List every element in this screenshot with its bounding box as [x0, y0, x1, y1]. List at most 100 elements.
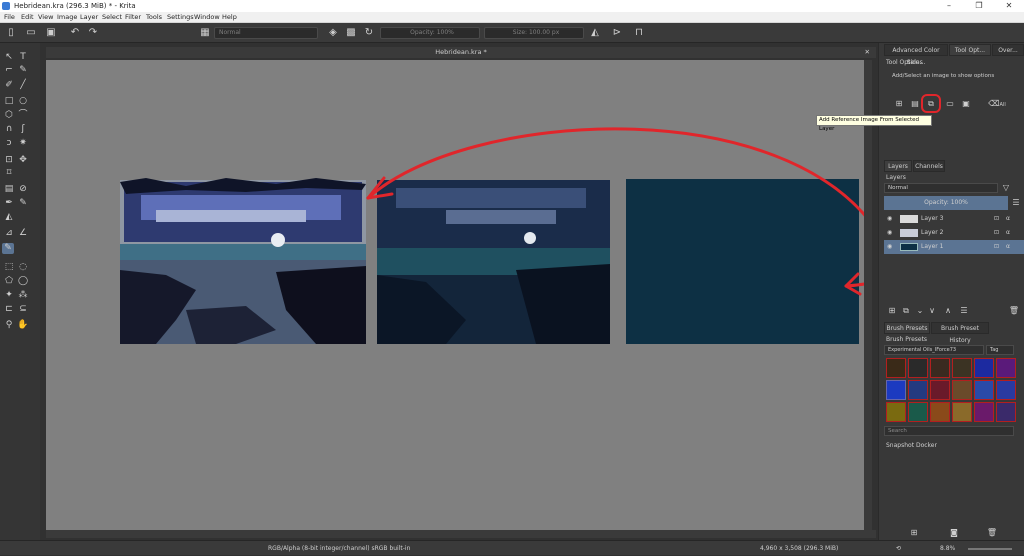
brush-preset-tile[interactable]: [952, 402, 972, 422]
menu-window[interactable]: Window: [194, 12, 220, 23]
lock-icon[interactable]: ⊡: [994, 212, 999, 226]
brush-preset-tile[interactable]: [886, 358, 906, 378]
add-layer-icon[interactable]: ⊞: [886, 305, 898, 316]
tab-advanced-color-selector[interactable]: Advanced Color Sele...: [884, 44, 948, 66]
zoom-tool-icon[interactable]: ⚲: [3, 320, 15, 331]
brush-preset-tile[interactable]: [908, 358, 928, 378]
menu-tools[interactable]: Tools: [146, 12, 162, 23]
lock-icon[interactable]: ⊡: [994, 240, 999, 254]
menu-select[interactable]: Select: [102, 12, 122, 23]
eraser-mode-icon[interactable]: ◈: [326, 26, 340, 40]
blend-mode-select[interactable]: Normal: [214, 27, 318, 39]
close-document-icon[interactable]: ✕: [865, 47, 870, 58]
rectangle-tool-icon[interactable]: □: [3, 96, 15, 107]
edit-shape-icon[interactable]: ⌐: [3, 65, 15, 76]
tab-brush-presets[interactable]: Brush Presets: [884, 322, 930, 334]
close-window-button[interactable]: ✕: [994, 0, 1024, 12]
new-document-icon[interactable]: ▯: [4, 26, 18, 40]
tab-overview[interactable]: Over...: [992, 44, 1024, 56]
layer-row-selected[interactable]: ◉ Layer 1 ⊡ α: [884, 240, 1024, 254]
layer-name[interactable]: Layer 1: [921, 240, 943, 254]
tab-brush-preset-history[interactable]: Brush Preset History: [931, 322, 989, 344]
polygon-tool-icon[interactable]: ⬡: [3, 110, 15, 121]
polyline-tool-icon[interactable]: ⌒: [17, 110, 29, 121]
menu-layer[interactable]: Layer: [80, 12, 98, 23]
layer-row[interactable]: ◉ Layer 3 ⊡ α: [884, 212, 1024, 226]
layer-menu-chevron-down-icon[interactable]: ⌄: [914, 305, 926, 316]
ellipse-tool-icon[interactable]: ○: [17, 96, 29, 107]
reference-images-tool-icon[interactable]: ✎: [2, 243, 14, 254]
add-snapshot-icon[interactable]: ⊞: [908, 527, 920, 538]
brush-preset-tile[interactable]: [908, 380, 928, 400]
brush-preset-tile[interactable]: [996, 358, 1016, 378]
freehand-select-icon[interactable]: ◯: [17, 276, 29, 287]
minimize-button[interactable]: –: [934, 0, 964, 12]
text-tool-icon[interactable]: T: [17, 52, 29, 63]
document-tab[interactable]: Hebridean.kra * ✕: [46, 47, 876, 58]
bezier-tool-icon[interactable]: ∩: [3, 124, 15, 135]
alpha-lock-icon[interactable]: α: [1006, 212, 1010, 226]
save-icon[interactable]: ▣: [44, 26, 58, 40]
brush-tag-button[interactable]: Tag: [986, 345, 1014, 355]
opacity-slider[interactable]: Opacity: 100%: [380, 27, 480, 39]
wrap-around-icon[interactable]: ⊓: [632, 26, 646, 40]
add-reference-image-icon[interactable]: ⊞: [893, 98, 905, 109]
move-tool-icon[interactable]: ✥: [17, 155, 29, 166]
delete-layer-icon[interactable]: 🗑: [1008, 305, 1020, 316]
freehand-brush-icon[interactable]: ✐: [3, 80, 15, 91]
horizontal-scrollbar[interactable]: [46, 530, 876, 538]
brush-preset-tile[interactable]: [974, 402, 994, 422]
assistant-tool-icon[interactable]: ⊿: [3, 228, 15, 239]
layer-properties-icon[interactable]: ☰: [1010, 197, 1022, 208]
preserve-alpha-icon[interactable]: ▩: [344, 26, 358, 40]
similar-select-icon[interactable]: ⁂: [17, 290, 29, 301]
measure-tool-icon[interactable]: ∠: [17, 228, 29, 239]
gradient-tool-icon[interactable]: ▤: [3, 184, 15, 195]
tab-layers[interactable]: Layers: [884, 160, 912, 172]
layer-filter-icon[interactable]: ▽: [1000, 182, 1012, 193]
size-slider[interactable]: Size: 100.00 px: [484, 27, 584, 39]
rotation-icon[interactable]: ⟲: [896, 541, 901, 556]
smart-patch-icon[interactable]: ✎: [17, 198, 29, 209]
layer-name[interactable]: Layer 2: [921, 226, 943, 240]
color-picker-icon[interactable]: ⊘: [17, 184, 29, 195]
camera-icon[interactable]: ◙: [948, 527, 960, 538]
brush-preset-tile[interactable]: [908, 402, 928, 422]
fill-tool-icon[interactable]: ◭: [3, 212, 15, 223]
load-reference-set-icon[interactable]: ▭: [944, 98, 956, 109]
crop-icon[interactable]: ⊡: [3, 155, 15, 166]
brush-preset-tile[interactable]: [886, 402, 906, 422]
menu-image[interactable]: Image: [57, 12, 77, 23]
colorize-mask-icon[interactable]: ✒: [3, 198, 15, 209]
visibility-eye-icon[interactable]: ◉: [887, 226, 892, 240]
open-document-icon[interactable]: ▭: [24, 26, 38, 40]
reload-icon[interactable]: ↻: [362, 26, 376, 40]
brush-tag-select[interactable]: Experimental Oils_IForce73: [884, 345, 984, 355]
ellipse-select-icon[interactable]: ◌: [17, 262, 29, 273]
brush-preset-tile[interactable]: [930, 402, 950, 422]
mirror-vertical-icon[interactable]: ⊳: [610, 26, 624, 40]
menu-view[interactable]: View: [38, 12, 53, 23]
zoom-level[interactable]: 8.8%: [940, 541, 955, 556]
tab-tool-options[interactable]: Tool Opt...: [949, 44, 991, 56]
redo-icon[interactable]: ↷: [86, 26, 100, 40]
duplicate-layer-icon[interactable]: ⧉: [900, 305, 912, 316]
brush-preset-tile[interactable]: [952, 380, 972, 400]
undo-icon[interactable]: ↶: [68, 26, 82, 40]
line-tool-icon[interactable]: ╱: [17, 80, 29, 91]
tab-channels[interactable]: Channels: [913, 160, 945, 172]
polygon-select-icon[interactable]: ⬠: [3, 276, 15, 287]
menu-help[interactable]: Help: [222, 12, 237, 23]
alpha-lock-icon[interactable]: α: [1006, 226, 1010, 240]
save-reference-set-icon[interactable]: ▣: [960, 98, 972, 109]
brush-preset-tile[interactable]: [996, 402, 1016, 422]
freehand-path-icon[interactable]: ʃ: [17, 124, 29, 135]
vertical-scrollbar[interactable]: [864, 60, 872, 530]
menu-edit[interactable]: Edit: [21, 12, 34, 23]
brush-preset-tile[interactable]: [886, 380, 906, 400]
zoom-slider[interactable]: [968, 548, 1012, 550]
menu-filter[interactable]: Filter: [125, 12, 141, 23]
mirror-horizontal-icon[interactable]: ◭: [588, 26, 602, 40]
lock-icon[interactable]: ⊡: [994, 226, 999, 240]
brush-preset-tile[interactable]: [996, 380, 1016, 400]
